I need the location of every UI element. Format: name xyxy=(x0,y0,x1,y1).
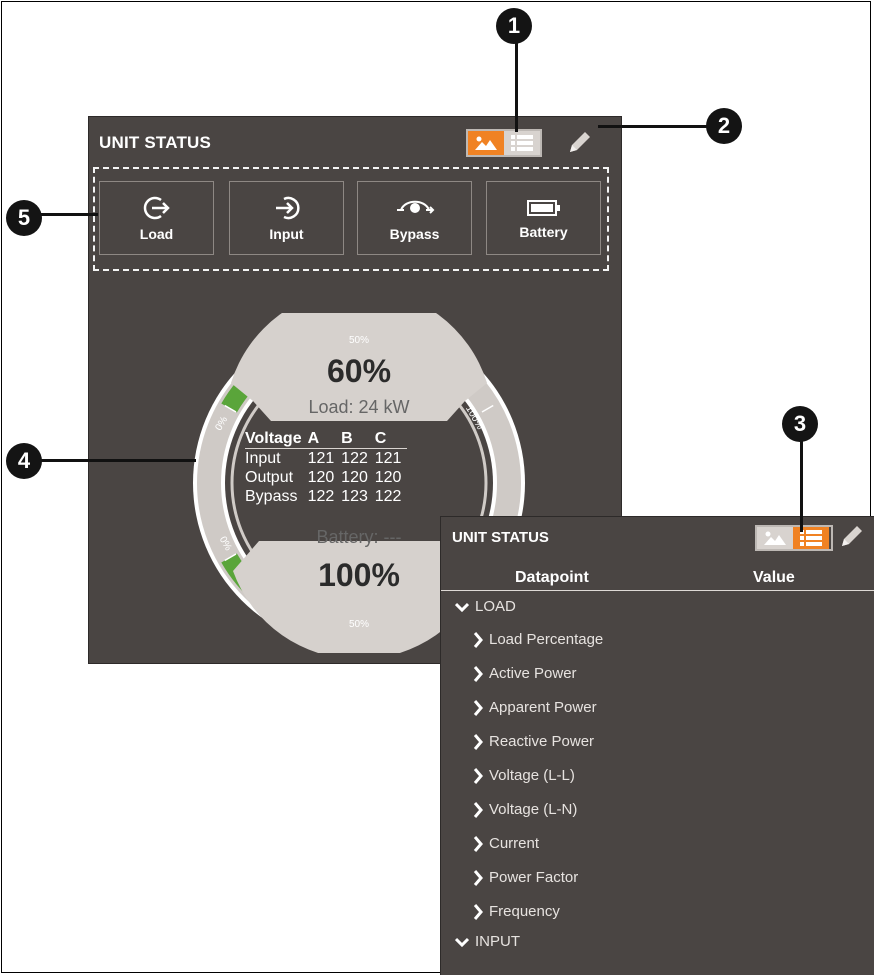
tile-load[interactable]: Load xyxy=(99,181,214,255)
list-item[interactable]: Voltage (L-L) xyxy=(473,767,575,784)
table-row: Bypass 122 123 122 xyxy=(245,487,407,506)
callout-2-leader xyxy=(598,125,710,128)
list-item-label: Load Percentage xyxy=(489,631,604,648)
chevron-right-icon xyxy=(473,665,483,682)
cell-a: 121 xyxy=(307,450,335,467)
list-item[interactable]: Apparent Power xyxy=(473,699,597,716)
edit-pencil-icon[interactable] xyxy=(567,129,593,155)
list-item-label: Current xyxy=(489,835,540,852)
list-item[interactable]: Active Power xyxy=(473,665,577,682)
tile-label: Bypass xyxy=(389,225,440,242)
image-icon xyxy=(764,531,786,545)
chevron-right-icon xyxy=(473,767,483,784)
view-toggle[interactable] xyxy=(466,129,542,157)
list-item[interactable]: Current xyxy=(473,835,539,852)
load-percent: 60% xyxy=(326,353,392,389)
tile-input[interactable]: Input xyxy=(229,181,344,255)
callout-5: 5 xyxy=(6,200,42,236)
list-item-label: Voltage (L-N) xyxy=(489,801,578,818)
tile-bypass[interactable]: Bypass xyxy=(357,181,472,255)
tile-label: Input xyxy=(269,225,304,242)
callout-3: 3 xyxy=(782,406,818,442)
edit-pencil-icon[interactable] xyxy=(839,523,865,549)
scale-top-mid: 50% xyxy=(349,335,369,346)
chevron-right-icon xyxy=(473,699,483,716)
cell-c: 120 xyxy=(374,469,402,486)
chevron-down-icon xyxy=(455,602,469,612)
chevron-right-icon xyxy=(473,869,483,886)
callout-1: 1 xyxy=(496,8,532,44)
header-divider xyxy=(441,590,874,591)
callout-2: 2 xyxy=(706,108,742,144)
row-label: Output xyxy=(245,469,294,486)
list-item-label: Power Factor xyxy=(489,869,579,886)
chevron-right-icon xyxy=(473,835,483,852)
list-icon xyxy=(511,135,533,151)
cell-a: 120 xyxy=(307,469,335,486)
callout-3-leader xyxy=(800,436,803,532)
tile-label: Battery xyxy=(519,223,568,240)
input-icon xyxy=(275,196,300,219)
callout-4: 4 xyxy=(6,443,42,479)
panel-title: UNIT STATUS xyxy=(99,133,212,152)
graphic-view-button[interactable] xyxy=(468,131,504,155)
list-view-button[interactable] xyxy=(793,527,829,549)
group-label: INPUT xyxy=(475,933,520,950)
graphic-view-button[interactable] xyxy=(757,527,793,549)
list-item[interactable]: Load Percentage xyxy=(473,631,603,648)
chevron-right-icon xyxy=(473,903,483,920)
list-item-label: Active Power xyxy=(489,665,577,682)
list-item[interactable]: Frequency xyxy=(473,903,560,920)
list-view-button[interactable] xyxy=(504,131,540,155)
load-kw: Load: 24 kW xyxy=(308,397,410,417)
cell-b: 122 xyxy=(341,450,368,467)
row-label: Bypass xyxy=(245,488,298,505)
list-item-label: Apparent Power xyxy=(489,699,597,716)
group-input[interactable]: INPUT xyxy=(455,933,520,950)
voltage-table: Voltage A B C Input 121 122 121 Output 1… xyxy=(245,429,408,506)
value-header: Value xyxy=(753,569,795,586)
load-icon xyxy=(143,196,170,219)
chevron-right-icon xyxy=(473,733,483,750)
list-item[interactable]: Voltage (L-N) xyxy=(473,801,577,818)
table-row: Input 121 122 121 xyxy=(245,449,407,469)
callout-1-leader xyxy=(515,40,518,132)
phase-b-header: B xyxy=(341,429,375,449)
chevron-right-icon xyxy=(473,801,483,818)
chevron-down-icon xyxy=(455,937,469,947)
cell-c: 121 xyxy=(374,450,402,467)
battery-icon xyxy=(526,199,560,216)
row-label: Input xyxy=(245,450,281,467)
cell-b: 123 xyxy=(341,488,368,505)
scale-bottom-mid: 50% xyxy=(349,619,369,630)
image-icon xyxy=(475,136,497,150)
callout-4-leader xyxy=(36,459,196,462)
group-load[interactable]: LOAD xyxy=(455,598,516,615)
list-item-label: Reactive Power xyxy=(489,733,595,750)
list-item[interactable]: Power Factor xyxy=(473,869,578,886)
cell-b: 120 xyxy=(341,469,368,486)
status-tiles-group: Load Input Bypass Battery xyxy=(93,167,609,271)
cell-a: 122 xyxy=(307,488,335,505)
unit-status-panel-list: UNIT STATUS Datapoint Value LOAD Load Pe… xyxy=(440,516,874,975)
list-item-label: Voltage (L-L) xyxy=(489,767,575,784)
chevron-right-icon xyxy=(473,631,483,648)
tile-battery[interactable]: Battery xyxy=(486,181,601,255)
phase-a-header: A xyxy=(307,429,342,449)
phase-c-header: C xyxy=(374,429,408,449)
group-label: LOAD xyxy=(475,598,516,615)
table-row: Output 120 120 120 xyxy=(245,468,407,487)
view-toggle[interactable] xyxy=(755,525,833,551)
voltage-header: Voltage xyxy=(245,429,308,449)
bypass-icon xyxy=(396,200,434,214)
datapoint-header: Datapoint xyxy=(515,569,589,586)
tile-label: Load xyxy=(139,225,174,242)
cell-c: 122 xyxy=(374,488,402,505)
callout-5-leader xyxy=(36,213,98,216)
list-item-label: Frequency xyxy=(489,903,560,920)
list-item[interactable]: Reactive Power xyxy=(473,733,594,750)
panel-title: UNIT STATUS xyxy=(452,529,549,546)
